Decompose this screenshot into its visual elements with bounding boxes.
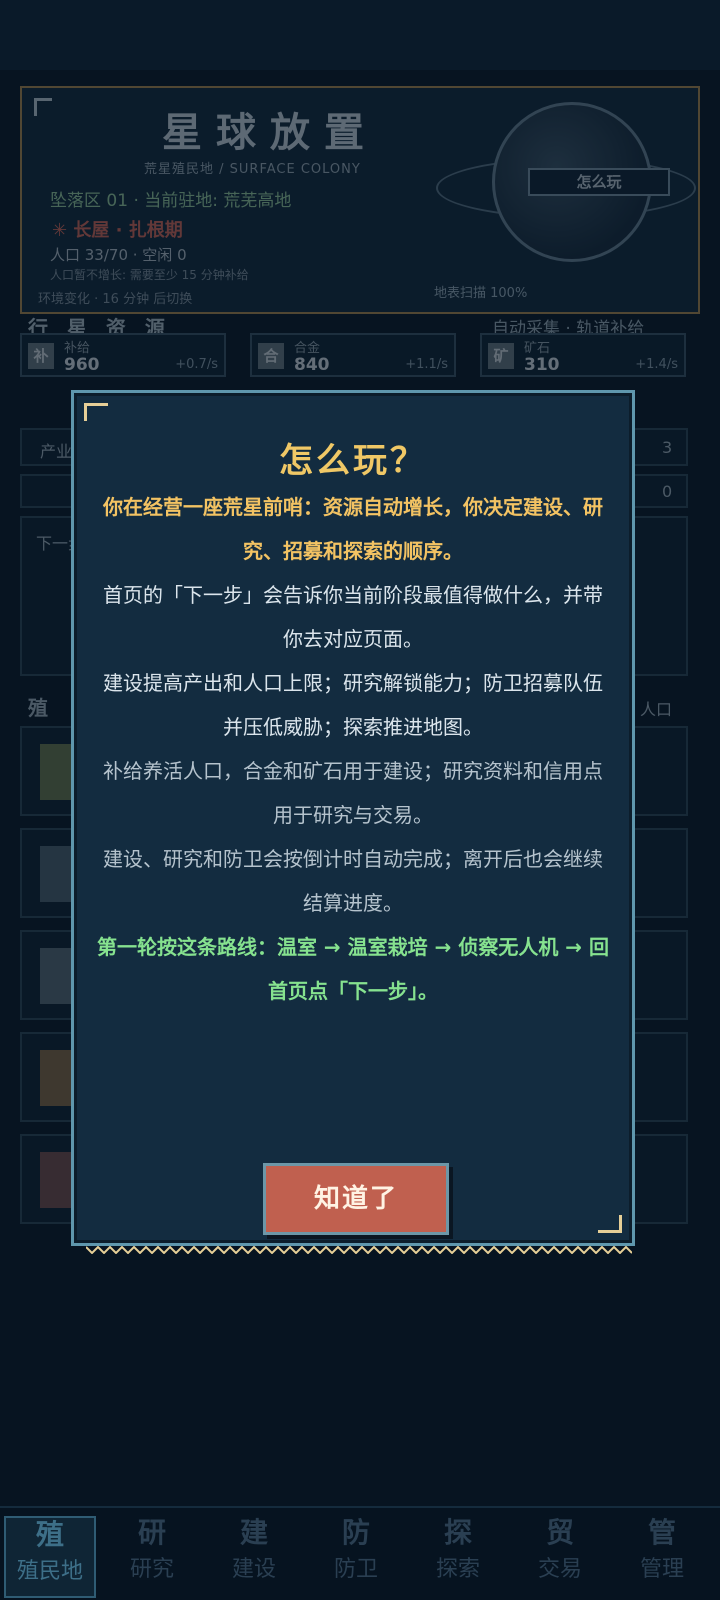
resource-rate: +1.4/s [635, 357, 678, 372]
nav-label: 研究 [129, 1557, 174, 1582]
resource-name: 合金 [294, 341, 321, 356]
corner-decoration [84, 403, 108, 421]
ore-icon: 矿 [488, 343, 514, 369]
population-note: 人口暂不增长: 需要至少 15 分钟补给 [50, 268, 249, 282]
how-to-play-button[interactable]: 怎么玩 [528, 168, 670, 196]
dialog-zigzag-edge [86, 1246, 632, 1254]
resource-name: 补给 [64, 341, 91, 356]
supply-icon: 补 [28, 343, 54, 369]
next-step-paragraph: 首页的「下一步」会告诉你当前阶段最值得做什么，并带你去对应页面。 [103, 583, 603, 651]
build-icon: 建 [239, 1516, 268, 1549]
systems-paragraph: 建设提高产出和人口上限；研究解锁能力；防卫招募队伍并压低威胁；探索推进地图。 [103, 671, 603, 739]
nav-label: 管理 [639, 1557, 684, 1582]
resource-card-alloy: 合 合金 840 +1.1/s [250, 333, 456, 377]
industry-count: 3 [662, 438, 673, 457]
resource-value: 840 [294, 355, 330, 375]
nav-tab-explore[interactable]: 探 探索 [412, 1516, 504, 1598]
dialog-title: 怎么玩？ [279, 441, 427, 481]
industry-label: 产业 [40, 442, 73, 461]
resource-value: 310 [524, 355, 560, 375]
nav-tab-trade[interactable]: 贸 交易 [514, 1516, 606, 1598]
status-bar [0, 0, 720, 70]
resource-rate: +1.1/s [405, 357, 448, 372]
nav-label: 殖民地 [16, 1559, 83, 1584]
nav-label: 探索 [435, 1557, 480, 1582]
corner-decoration [598, 1215, 622, 1233]
population-label: 人口 [640, 700, 673, 719]
location-text: 坠落区 01 · 当前驻地: 荒芜高地 [50, 191, 292, 211]
resource-card-ore: 矿 矿石 310 +1.4/s [480, 333, 686, 377]
resources-paragraph: 补给养活人口，合金和矿石用于建设；研究资料和信用点用于研究与交易。 [103, 759, 603, 827]
colony-heading: 殖 [28, 696, 48, 720]
countdown-paragraph: 建设、研究和防卫会按倒计时自动完成；离开后也会继续结算进度。 [103, 847, 603, 915]
nav-label: 建设 [231, 1557, 276, 1582]
nav-tab-colony[interactable]: 殖 殖民地 [4, 1516, 96, 1598]
manage-icon: 管 [647, 1516, 676, 1549]
defense-icon: 防 [341, 1516, 370, 1549]
research-icon: 研 [137, 1516, 166, 1549]
nav-label: 交易 [537, 1557, 582, 1582]
nav-label: 防卫 [333, 1557, 378, 1582]
intro-paragraph: 你在经营一座荒星前哨：资源自动增长，你决定建设、研究、招募和探索的顺序。 [103, 495, 603, 563]
resource-card-supply: 补 补给 960 +0.7/s [20, 333, 226, 377]
resource-name: 矿石 [524, 341, 551, 356]
route-paragraph: 第一轮按这条路线：温室 → 温室栽培 → 侦察无人机 → 回首页点「下一步」。 [96, 935, 610, 1003]
alloy-icon: 合 [258, 343, 284, 369]
bottom-navigation: 殖 殖民地 研 研究 建 建设 防 防卫 探 探索 贸 交易 管 管理 [0, 1506, 720, 1600]
resource-value: 960 [64, 355, 100, 375]
dialog-body: 你在经营一座荒星前哨：资源自动增长，你决定建设、研究、招募和探索的顺序。 首页的… [96, 485, 610, 1013]
nav-tab-manage[interactable]: 管 管理 [616, 1516, 708, 1598]
population-text: 人口 33/70 · 空闲 0 [50, 246, 187, 264]
environment-text: 环境变化 · 16 分钟 后切换 [38, 292, 193, 307]
how-to-play-dialog: 怎么玩？ 你在经营一座荒星前哨：资源自动增长，你决定建设、研究、招募和探索的顺序… [71, 390, 635, 1246]
hero-corner-decoration [34, 98, 52, 116]
hero-panel: 星球放置 荒星殖民地 / SURFACE COLONY 坠落区 01 · 当前驻… [20, 86, 700, 314]
nav-tab-research[interactable]: 研 研究 [106, 1516, 198, 1598]
game-title: 星球放置 [162, 110, 378, 156]
resource-rate: +0.7/s [175, 357, 218, 372]
mood-count: 0 [662, 482, 673, 501]
game-subtitle: 荒星殖民地 / SURFACE COLONY [144, 162, 361, 177]
explore-icon: 探 [443, 1516, 472, 1549]
got-it-button[interactable]: 知道了 [263, 1163, 449, 1235]
era-text: ✳ 长屋 · 扎根期 [52, 220, 183, 241]
trade-icon: 贸 [545, 1516, 574, 1549]
nav-tab-build[interactable]: 建 建设 [208, 1516, 300, 1598]
nav-tab-defense[interactable]: 防 防卫 [310, 1516, 402, 1598]
scan-text: 地表扫描 100% [434, 286, 528, 301]
colony-icon: 殖 [35, 1518, 64, 1551]
